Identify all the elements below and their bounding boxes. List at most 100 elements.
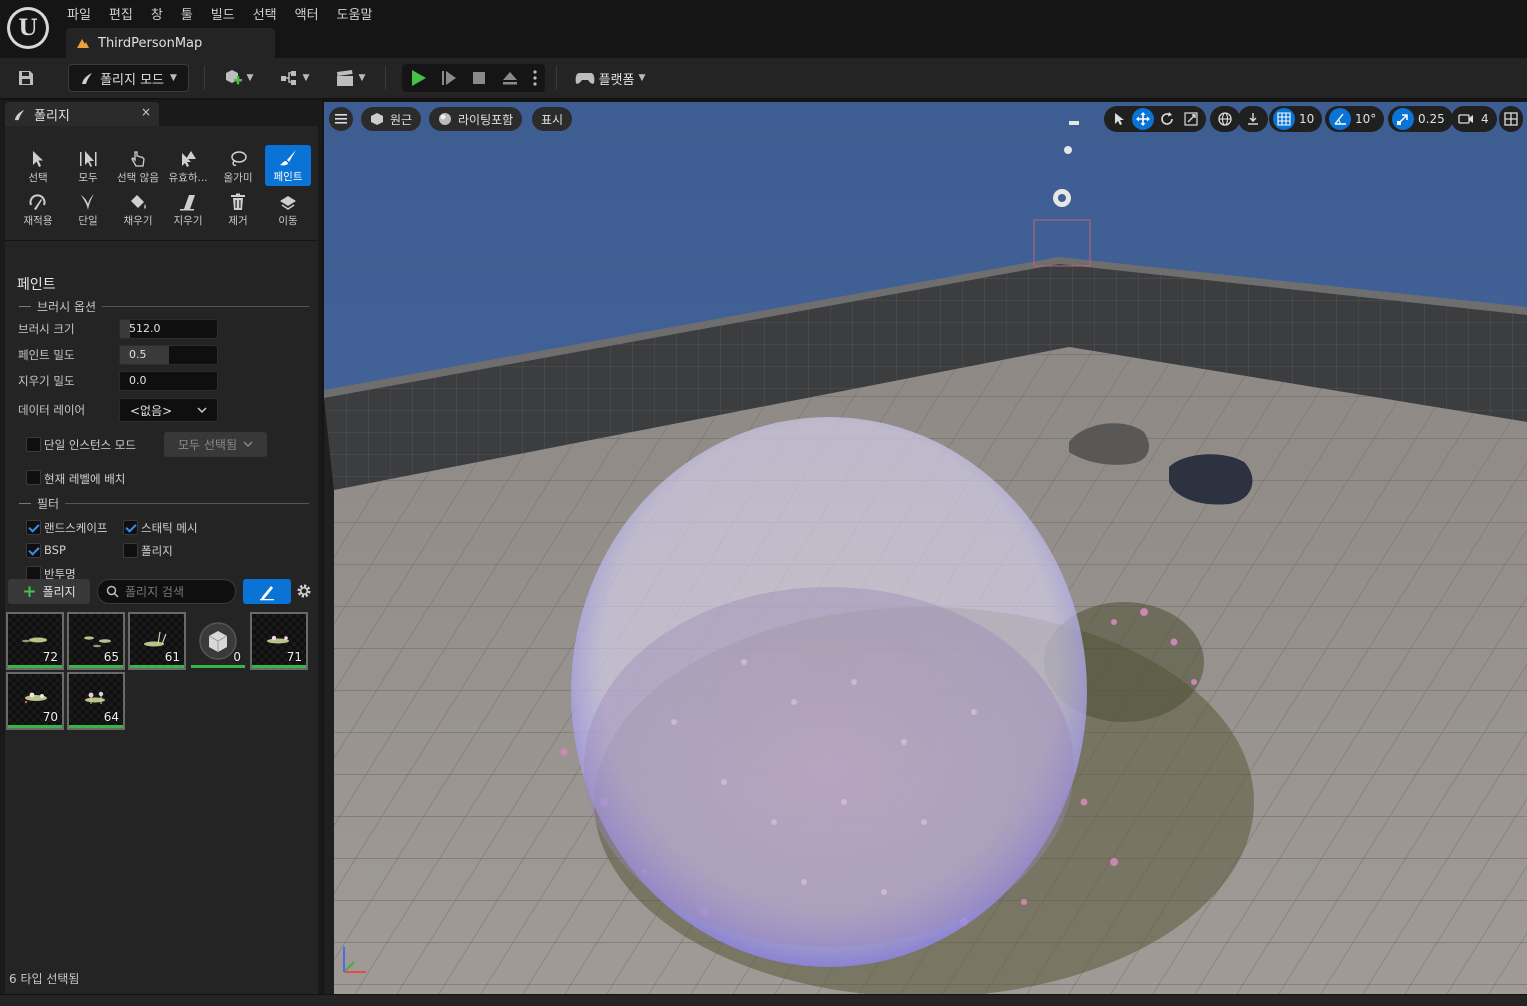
- lit-sphere-icon: [439, 113, 451, 125]
- show-button[interactable]: 표시: [532, 107, 573, 131]
- foliage-thumbnail[interactable]: 61: [128, 612, 186, 670]
- panel-tab[interactable]: 폴리지 ×: [5, 102, 159, 126]
- paintbrush-icon: [280, 150, 296, 166]
- filter-header[interactable]: 필터: [19, 495, 309, 512]
- level-viewport[interactable]: 원근 라이팅포함 표시 10 10° 0.25 4: [324, 102, 1527, 995]
- rotation-snap-group: 10°: [1325, 106, 1385, 132]
- search-input[interactable]: [125, 584, 235, 599]
- toolbar-divider: [204, 66, 205, 90]
- surface-snap-button[interactable]: [1242, 108, 1264, 130]
- grid-snap-value[interactable]: 10: [1297, 112, 1318, 126]
- single-leaf-icon: [81, 194, 94, 210]
- add-foliage-button[interactable]: + 폴리지: [8, 579, 90, 604]
- hamburger-icon: [335, 114, 347, 124]
- foliage-thumbnail[interactable]: 71: [250, 612, 308, 670]
- foliage-thumbnail[interactable]: 65: [67, 612, 125, 670]
- foliage-tool-grid: 선택 모두 선택 않음 유효하... 올가미 페인트 재적용 단일 채우기 지우…: [13, 144, 313, 230]
- foliage-thumbnail[interactable]: 72: [6, 612, 64, 670]
- data-layer-dropdown[interactable]: <없음>: [119, 398, 218, 422]
- blueprint-button[interactable]: ▼: [274, 64, 314, 92]
- brush-options-header[interactable]: 브러시 옵션: [19, 298, 309, 315]
- menu-file[interactable]: 파일: [58, 2, 100, 25]
- foliage-thumbnail[interactable]: 0: [189, 612, 247, 670]
- scale-snap-button[interactable]: [1392, 108, 1414, 130]
- eject-icon[interactable]: [501, 70, 519, 86]
- tool-select-all[interactable]: 모두: [63, 144, 113, 187]
- foliage-icon: [82, 73, 93, 84]
- close-icon[interactable]: ×: [141, 105, 151, 119]
- tool-fill[interactable]: 채우기: [113, 187, 163, 230]
- menu-help[interactable]: 도움말: [328, 2, 382, 25]
- rotation-snap-value[interactable]: 10°: [1353, 112, 1380, 126]
- cinematics-button[interactable]: ▼: [330, 64, 370, 92]
- select-mode-button[interactable]: [1108, 108, 1130, 130]
- viewport-layout-button[interactable]: [1499, 106, 1523, 132]
- scale-snap-value[interactable]: 0.25: [1416, 112, 1449, 126]
- menu-tools[interactable]: 툴: [172, 2, 202, 25]
- rotate-mode-button[interactable]: [1156, 108, 1178, 130]
- tool-paint[interactable]: 페인트: [265, 145, 311, 186]
- tool-select[interactable]: 선택: [13, 144, 63, 187]
- edit-foliage-button[interactable]: [243, 579, 291, 604]
- hand-pointer-icon: [131, 151, 145, 167]
- tool-reapply[interactable]: 재적용: [13, 187, 63, 230]
- cursor-icon: [1115, 113, 1124, 125]
- menu-build[interactable]: 빌드: [202, 2, 244, 25]
- tool-deselect[interactable]: 선택 않음: [113, 144, 163, 187]
- lighting-button[interactable]: 라이팅포함: [429, 107, 523, 131]
- tool-single[interactable]: 단일: [63, 187, 113, 230]
- map-tab-label: ThirdPersonMap: [98, 35, 203, 51]
- menu-actor[interactable]: 액터: [286, 2, 328, 25]
- single-instance-checkbox[interactable]: [26, 437, 41, 452]
- panel-body: 선택 모두 선택 않음 유효하... 올가미 페인트 재적용 단일 채우기 지우…: [5, 126, 318, 994]
- stop-icon[interactable]: [471, 70, 487, 86]
- menu-edit[interactable]: 편집: [100, 2, 142, 25]
- foliage-thumbnail[interactable]: 70: [6, 672, 64, 730]
- step-icon[interactable]: [440, 69, 458, 87]
- tool-remove[interactable]: 제거: [213, 187, 263, 230]
- filter-static-mesh-label: 스태틱 메시: [141, 521, 198, 535]
- scale-icon: [1184, 112, 1198, 126]
- perspective-button[interactable]: 원근: [361, 107, 422, 131]
- tool-lasso[interactable]: 올가미: [213, 144, 263, 187]
- paint-density-input[interactable]: 0.5: [119, 345, 218, 365]
- rotation-snap-button[interactable]: [1329, 108, 1351, 130]
- mode-dropdown[interactable]: 폴리지 모드 ▼: [68, 64, 189, 92]
- filter-static-mesh-checkbox[interactable]: [123, 520, 138, 535]
- tool-move[interactable]: 이동: [263, 187, 313, 230]
- foliage-search[interactable]: [97, 579, 236, 604]
- chevron-down-icon: ▼: [358, 73, 366, 83]
- save-button[interactable]: [14, 64, 38, 92]
- translate-mode-button[interactable]: [1132, 108, 1154, 130]
- settings-button[interactable]: [294, 581, 314, 601]
- move-level-icon: [280, 196, 296, 210]
- more-options-icon[interactable]: [532, 69, 538, 87]
- map-tab[interactable]: ThirdPersonMap: [66, 28, 275, 58]
- menu-window[interactable]: 창: [142, 2, 172, 25]
- play-icon[interactable]: [409, 69, 427, 87]
- scale-mode-button[interactable]: [1180, 108, 1202, 130]
- foliage-thumbnail[interactable]: 64: [67, 672, 125, 730]
- add-actor-button[interactable]: ▼: [218, 64, 258, 92]
- viewport-menu-button[interactable]: [329, 107, 353, 131]
- camera-speed-button[interactable]: [1455, 108, 1477, 130]
- unreal-logo[interactable]: U: [7, 7, 49, 49]
- brush-size-input[interactable]: 512.0: [119, 319, 218, 339]
- tool-erase[interactable]: 지우기: [163, 187, 213, 230]
- cursor-icon: [33, 151, 43, 167]
- filter-bsp-label: BSP: [44, 543, 66, 557]
- grid-snap-button[interactable]: [1273, 108, 1295, 130]
- menu-select[interactable]: 선택: [244, 2, 286, 25]
- filter-bsp-checkbox[interactable]: [26, 543, 41, 558]
- camera-speed-value[interactable]: 4: [1479, 112, 1493, 126]
- filter-foliage-checkbox[interactable]: [123, 543, 138, 558]
- menu-bar: 파일 편집 창 툴 빌드 선택 액터 도움말: [58, 2, 381, 25]
- filter-landscape-checkbox[interactable]: [26, 520, 41, 535]
- lasso-icon: [231, 151, 247, 166]
- current-level-checkbox[interactable]: [26, 470, 41, 485]
- erase-density-input[interactable]: 0.0: [119, 371, 218, 391]
- tool-select-invalid[interactable]: 유효하...: [163, 144, 213, 187]
- platforms-button[interactable]: 플랫폼 ▼: [570, 64, 650, 92]
- globe-icon: [1218, 112, 1232, 126]
- world-space-button[interactable]: [1214, 108, 1236, 130]
